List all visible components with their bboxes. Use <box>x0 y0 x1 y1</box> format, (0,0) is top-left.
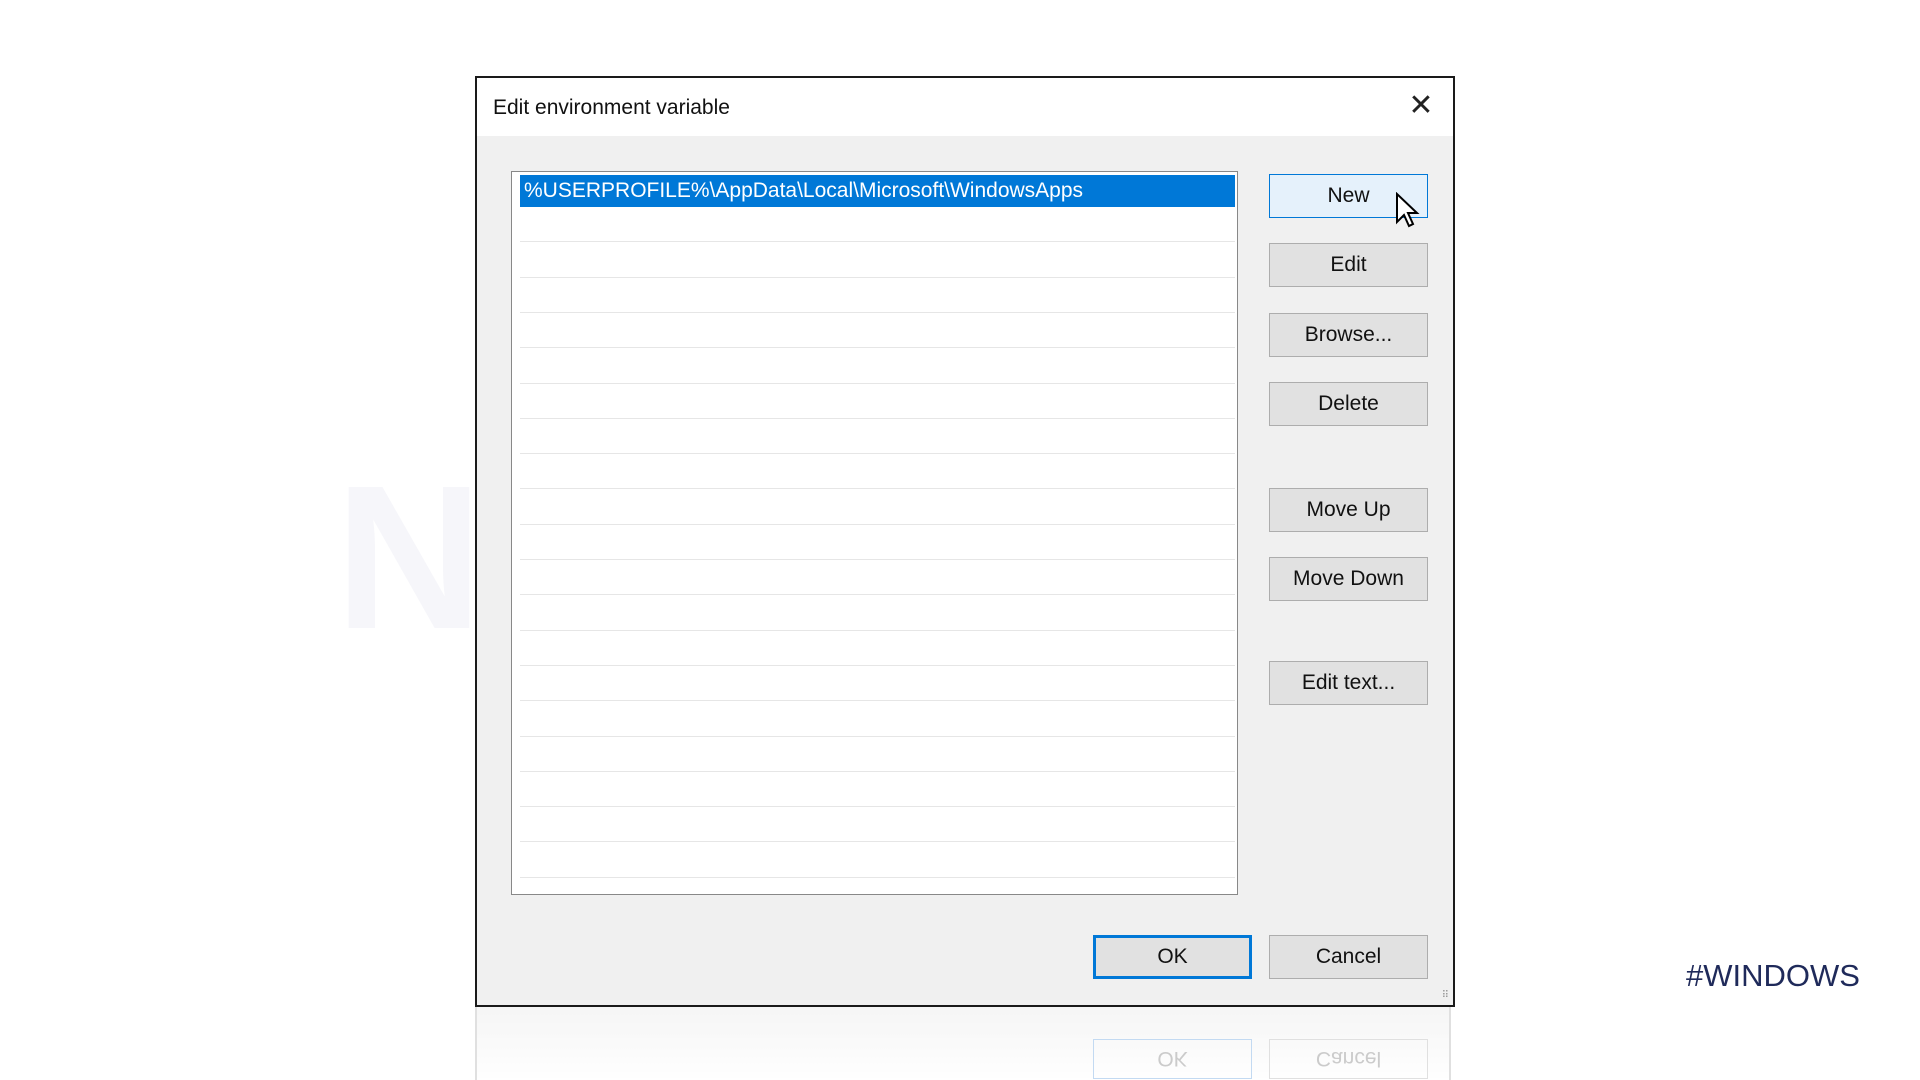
list-row-empty[interactable] <box>520 843 1235 878</box>
hashtag-label: #WINDOWS <box>1686 958 1860 993</box>
list-row-empty[interactable] <box>520 454 1235 490</box>
edit-button[interactable]: Edit <box>1269 243 1428 287</box>
list-row-empty[interactable] <box>520 772 1235 808</box>
list-row-empty[interactable] <box>520 737 1235 772</box>
edit-text-button[interactable]: Edit text... <box>1269 661 1428 705</box>
list-row-empty[interactable] <box>520 384 1235 419</box>
path-list[interactable]: %USERPROFILE%\AppData\Local\Microsoft\Wi… <box>511 171 1238 895</box>
list-row-empty[interactable] <box>520 207 1235 243</box>
ok-reflection: OK <box>1093 1039 1252 1079</box>
delete-button[interactable]: Delete <box>1269 382 1428 426</box>
list-row-empty[interactable] <box>520 631 1235 666</box>
list-row-empty[interactable] <box>520 243 1235 278</box>
list-row-empty[interactable] <box>520 560 1235 596</box>
list-row-empty[interactable] <box>520 490 1235 525</box>
move-up-button[interactable]: Move Up <box>1269 488 1428 532</box>
cancel-button[interactable]: Cancel <box>1269 935 1428 979</box>
list-row-empty[interactable] <box>520 666 1235 702</box>
title-bar: Edit environment variable ✕ <box>477 78 1453 136</box>
list-row-empty[interactable] <box>520 313 1235 349</box>
ok-button[interactable]: OK <box>1093 935 1252 979</box>
list-row-empty[interactable] <box>520 807 1235 843</box>
list-row-empty[interactable] <box>520 278 1235 313</box>
list-row-empty[interactable] <box>520 878 1235 894</box>
resize-grip-icon[interactable]: ⠿ <box>1442 990 1449 1001</box>
mouse-cursor-icon <box>1396 192 1420 228</box>
dialog-reflection: OK Cancel <box>475 1007 1451 1080</box>
move-down-button[interactable]: Move Down <box>1269 557 1428 601</box>
edit-environment-variable-dialog: Edit environment variable ✕ %USERPROFILE… <box>475 76 1455 1007</box>
list-row-empty[interactable] <box>520 419 1235 455</box>
cancel-reflection: Cancel <box>1269 1039 1428 1079</box>
list-row-empty[interactable] <box>520 702 1235 737</box>
list-row-empty[interactable] <box>520 349 1235 384</box>
list-row-empty[interactable] <box>520 525 1235 560</box>
close-button[interactable]: ✕ <box>1403 88 1439 124</box>
list-row-empty[interactable] <box>520 596 1235 631</box>
dialog-title: Edit environment variable <box>493 96 730 119</box>
browse-button[interactable]: Browse... <box>1269 313 1428 357</box>
close-icon: ✕ <box>1408 89 1434 122</box>
list-item[interactable]: %USERPROFILE%\AppData\Local\Microsoft\Wi… <box>520 175 1235 207</box>
